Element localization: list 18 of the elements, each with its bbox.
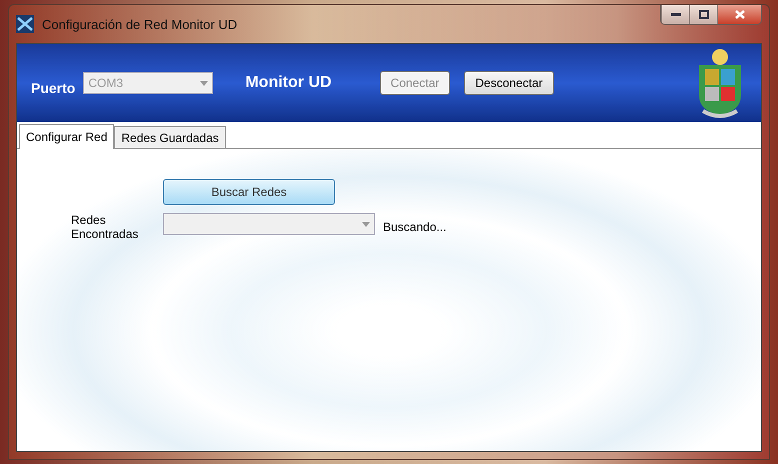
app-icon (16, 15, 34, 33)
maximize-icon (698, 10, 708, 19)
close-icon (734, 10, 744, 19)
app-name: Monitor UD (245, 74, 332, 92)
window-title: Configuración de Red Monitor UD (42, 16, 238, 32)
close-button[interactable] (717, 5, 761, 24)
disconnect-button[interactable]: Desconectar (464, 71, 554, 95)
search-networks-button[interactable]: Buscar Redes (163, 179, 335, 205)
dropdown-arrow-icon (200, 80, 208, 86)
networks-found-label: Redes Encontradas (70, 213, 140, 241)
minimize-icon (670, 12, 680, 16)
port-label: Puerto (31, 80, 76, 96)
dropdown-arrow-icon (362, 222, 370, 226)
tab[interactable]: Redes Guardadas (114, 126, 226, 148)
status-text: Buscando... (383, 220, 446, 234)
maximize-button[interactable] (689, 5, 717, 24)
minimize-button[interactable] (661, 5, 689, 24)
tab[interactable]: Configurar Red (19, 124, 114, 149)
